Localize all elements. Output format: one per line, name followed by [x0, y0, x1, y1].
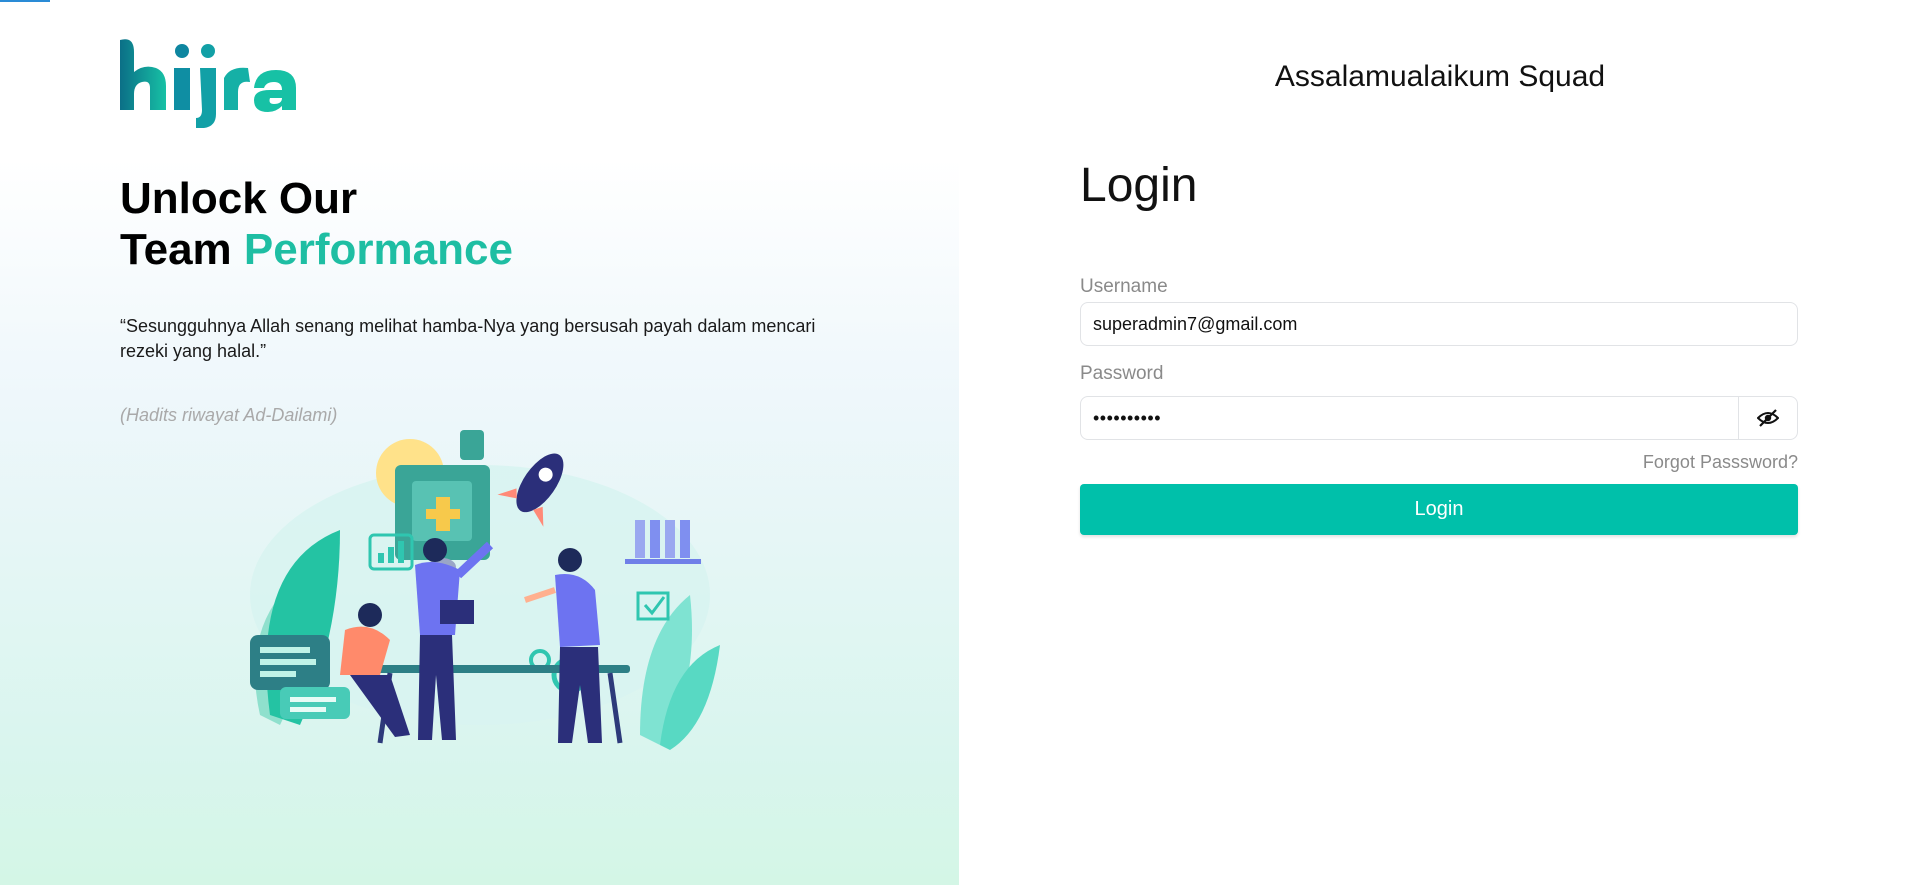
password-field-group: •••••••••• [1080, 396, 1798, 440]
team-illustration [250, 430, 720, 750]
login-button-label: Login [1414, 498, 1464, 520]
toggle-password-button[interactable] [1738, 397, 1797, 439]
eye-slash-icon [1757, 409, 1779, 427]
login-title: Login [1080, 159, 1198, 212]
headline-line2-accent: Performance [243, 225, 513, 274]
hero-headline: Unlock Our Team Performance [120, 173, 513, 275]
username-value: superadmin7@gmail.com [1093, 314, 1298, 334]
username-input[interactable]: superadmin7@gmail.com [1080, 302, 1798, 346]
hijra-logo [120, 39, 296, 128]
password-input[interactable]: •••••••••• [1093, 397, 1161, 439]
headline-line1: Unlock Our [120, 174, 358, 223]
headline-line2-prefix: Team [120, 225, 232, 274]
hadith-quote: “Sesungguhnya Allah senang melihat hamba… [120, 316, 816, 361]
hadith-source: (Hadits riwayat Ad-Dailami) [120, 405, 338, 425]
forgot-password-link[interactable]: Forgot Passsword? [1643, 452, 1798, 473]
password-label: Password [1080, 363, 1164, 384]
username-label: Username [1080, 276, 1168, 297]
login-button[interactable]: Login [1080, 484, 1798, 535]
greeting-text: Assalamualaikum Squad [1274, 60, 1606, 93]
top-accent-bar [0, 0, 50, 2]
